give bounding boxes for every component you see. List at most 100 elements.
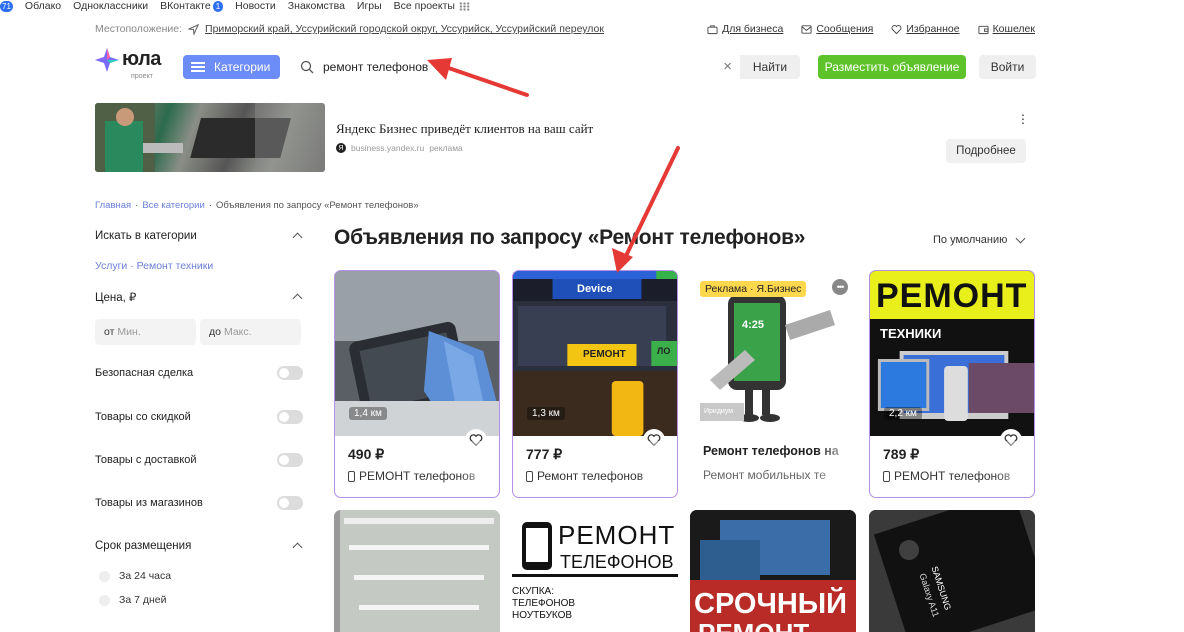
safe-deal-filter[interactable]: Безопасная сделка bbox=[95, 363, 305, 383]
arrow-to-card bbox=[612, 146, 680, 273]
listing-title-text: Ремонт телефонов bbox=[537, 469, 644, 483]
ad-more-button[interactable]: Подробнее bbox=[946, 139, 1026, 163]
text-fade bbox=[816, 440, 856, 490]
discount-toggle[interactable] bbox=[277, 410, 303, 424]
img-small-text: ТЕХНИКИ bbox=[880, 326, 942, 341]
price-min-field[interactable]: от Мин. bbox=[95, 319, 196, 345]
link-all-projects[interactable]: Все проекты bbox=[394, 0, 470, 12]
top-projects-bar: 71 Облако Одноклассники ВКонтакте 1 Новос… bbox=[0, 0, 1184, 12]
listing-card[interactable]: 1,4 км 490 ₽ РЕМОНТ телефонов bbox=[334, 270, 500, 498]
categories-label: Категории bbox=[214, 60, 271, 74]
logo-star-icon bbox=[95, 48, 119, 72]
grid-icon bbox=[458, 1, 470, 11]
link-novosti[interactable]: Новости bbox=[235, 0, 276, 12]
ad-image[interactable] bbox=[95, 103, 325, 172]
page-title: Объявления по запросу «Ремонт телефонов» bbox=[334, 226, 806, 249]
distance-label: 2,2 км bbox=[884, 407, 922, 420]
location-link[interactable]: Приморский край, Уссурийский городской о… bbox=[205, 23, 604, 35]
crumb-current: Объявления по запросу «Ремонт телефонов» bbox=[215, 200, 419, 211]
text-fade bbox=[994, 441, 1034, 491]
clear-search-icon[interactable]: × bbox=[723, 58, 732, 75]
period-7d-radio[interactable] bbox=[99, 594, 110, 606]
period-header[interactable]: Срок размещения bbox=[95, 536, 305, 556]
period-24h-label: За 24 часа bbox=[119, 570, 172, 582]
link-vkontakte[interactable]: ВКонтакте 1 bbox=[160, 0, 224, 12]
heart-icon bbox=[891, 24, 902, 34]
img-text: СРОЧНЫЙ bbox=[694, 588, 848, 620]
img-text: ТЕЛЕФОНОВ bbox=[512, 598, 576, 609]
link-all-projects-label: Все проекты bbox=[393, 0, 455, 12]
listing-card[interactable]: SAMSUNG Galaxy A11 bbox=[869, 510, 1035, 632]
listing-title: РЕМОНТ телефонов bbox=[348, 469, 475, 483]
more-options-icon[interactable]: ••• bbox=[832, 279, 848, 295]
post-ad-button[interactable]: Разместить объявление bbox=[818, 55, 966, 79]
link-oblako[interactable]: Облако bbox=[25, 0, 61, 12]
sign-device: Device bbox=[577, 283, 613, 295]
image-watermark-tag: Иридиум bbox=[704, 408, 734, 415]
listing-title: РЕМОНТ телефонов bbox=[883, 469, 1010, 483]
shops-filter[interactable]: Товары из магазинов bbox=[95, 493, 305, 513]
img-text: ТЕЛЕФОНОВ bbox=[560, 552, 674, 572]
login-button[interactable]: Войти bbox=[979, 55, 1036, 79]
shops-toggle[interactable] bbox=[277, 496, 303, 510]
sign-green: ЛО bbox=[657, 346, 671, 356]
discount-label: Товары со скидкой bbox=[95, 411, 191, 423]
delivery-filter[interactable]: Товары с доставкой bbox=[95, 450, 305, 470]
wallet-label: Кошелек bbox=[992, 23, 1035, 35]
period-24h[interactable]: За 24 часа bbox=[95, 566, 305, 586]
wallet-link[interactable]: Кошелек bbox=[978, 23, 1035, 35]
yandex-icon: Я bbox=[336, 143, 346, 153]
listing-card[interactable]: Device РЕМОНТ ЛО 1,3 км 777 ₽ Ремонт тел… bbox=[512, 270, 678, 498]
ad-title[interactable]: Яндекс Бизнес приведёт клиентов на ваш с… bbox=[336, 121, 593, 137]
price-header[interactable]: Цена, ₽ bbox=[95, 287, 305, 307]
price-to-label: до bbox=[209, 326, 221, 338]
img-text: РЕМОНТ bbox=[558, 520, 676, 550]
find-button[interactable]: Найти bbox=[740, 55, 800, 79]
chevron-up-icon bbox=[292, 293, 303, 304]
link-znakomstva[interactable]: Знакомства bbox=[288, 0, 345, 12]
img-big-text: РЕМОНТ bbox=[876, 277, 1028, 315]
delivery-toggle[interactable] bbox=[277, 453, 303, 467]
search-icon bbox=[300, 60, 314, 74]
discount-filter[interactable]: Товары со скидкой bbox=[95, 407, 305, 427]
crumb-home[interactable]: Главная bbox=[95, 200, 131, 211]
period-7d-label: За 7 дней bbox=[119, 594, 167, 606]
for-business-link[interactable]: Для бизнеса bbox=[707, 23, 783, 35]
price-max-placeholder: Макс. bbox=[223, 326, 252, 338]
listing-card[interactable]: РЕМОНТ ТЕЛЕФОНОВ СКУПКА: ТЕЛЕФОНОВ НОУТБ… bbox=[512, 510, 678, 632]
listing-card[interactable]: РЕМОНТ ТЕХНИКИ 2,2 км 789 ₽ РЕМОНТ телеф… bbox=[869, 270, 1035, 498]
distance-label: 1,4 км bbox=[349, 407, 387, 420]
sort-dropdown[interactable]: По умолчанию bbox=[933, 233, 1028, 246]
sign-repair: РЕМОНТ bbox=[583, 349, 626, 360]
safe-deal-toggle[interactable] bbox=[277, 366, 303, 380]
category-link[interactable]: Услуги · Ремонт техники bbox=[95, 260, 305, 272]
listing-title-text: РЕМОНТ телефонов bbox=[359, 469, 476, 483]
favorites-label: Избранное bbox=[906, 23, 960, 35]
search-input[interactable] bbox=[292, 55, 740, 79]
price-max-field[interactable]: до Макс. bbox=[200, 319, 301, 345]
phone-icon bbox=[883, 470, 890, 482]
search-in-category-header[interactable]: Искать в категории bbox=[95, 226, 305, 246]
message-icon bbox=[801, 24, 812, 34]
ad-listing-card[interactable]: 4:25 Иридиум Реклама · Я.Бизнес ••• Ремо… bbox=[690, 270, 856, 498]
favorites-link[interactable]: Избранное bbox=[891, 23, 960, 35]
listing-price: 490 ₽ bbox=[348, 446, 385, 462]
yula-logo[interactable]: юла проект bbox=[95, 48, 161, 80]
listing-card[interactable] bbox=[334, 510, 500, 632]
crumb-all-categories[interactable]: Все категории bbox=[142, 200, 204, 211]
distance-label: 1,3 км bbox=[527, 407, 565, 420]
messages-link[interactable]: Сообщения bbox=[801, 23, 873, 35]
period-title: Срок размещения bbox=[95, 540, 192, 552]
ad-menu-icon[interactable]: · · · bbox=[1019, 107, 1027, 129]
listing-photo bbox=[334, 510, 500, 632]
link-vkontakte-label: ВКонтакте bbox=[160, 0, 211, 12]
period-24h-radio[interactable] bbox=[99, 570, 110, 582]
link-odnoklassniki[interactable]: Одноклассники bbox=[73, 0, 148, 12]
link-igry[interactable]: Игры bbox=[357, 0, 382, 12]
listing-photo bbox=[869, 510, 1035, 632]
listing-card[interactable]: СРОЧНЫЙ РЕМОНТ bbox=[690, 510, 856, 632]
sort-label: По умолчанию bbox=[933, 234, 1008, 246]
categories-button[interactable]: Категории bbox=[183, 55, 280, 79]
phone-icon bbox=[348, 470, 355, 482]
period-7d[interactable]: За 7 дней bbox=[95, 590, 305, 610]
